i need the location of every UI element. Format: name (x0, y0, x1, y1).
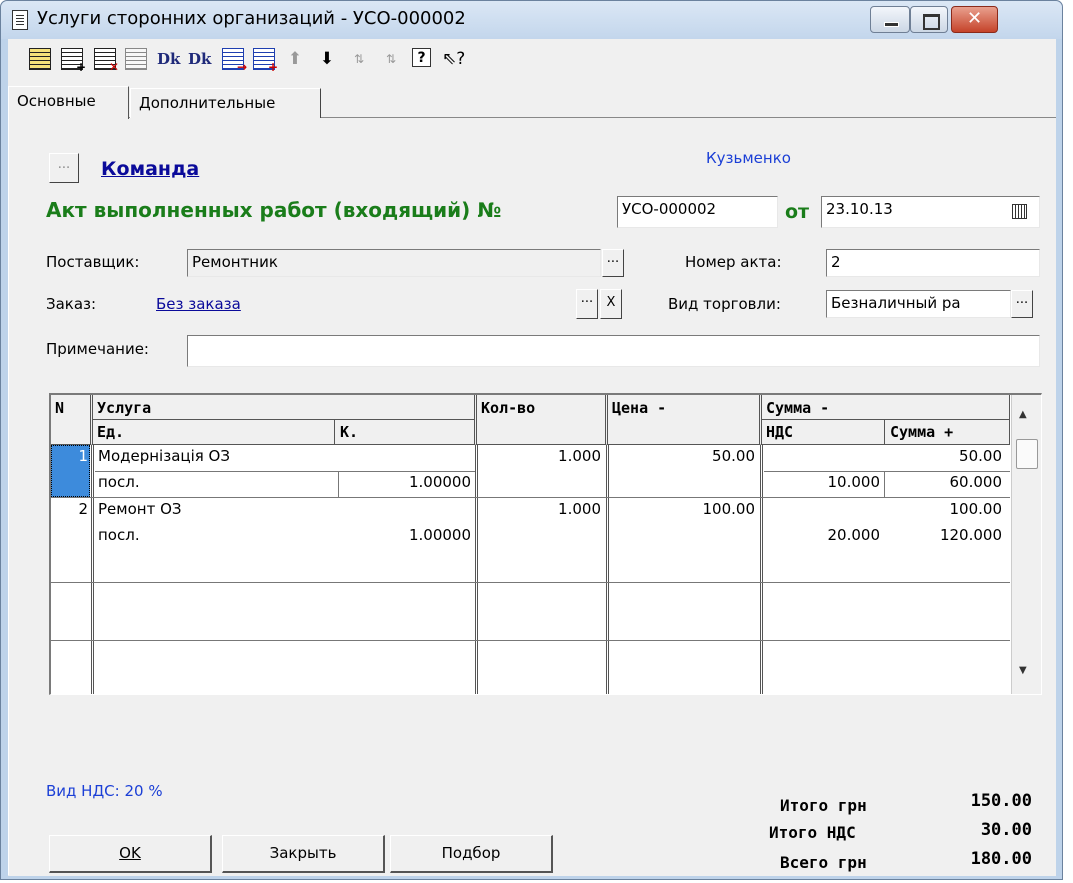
order-clear-button[interactable]: X (600, 289, 622, 319)
edit-row-icon[interactable]: → (222, 48, 247, 73)
move-to-group-icon[interactable]: + (253, 48, 278, 73)
col-header-service[interactable]: Услуга Ед. К. (93, 395, 477, 445)
col-header-vat: НДС (766, 423, 794, 441)
date-label: от (785, 201, 810, 223)
note-label: Примечание: (46, 340, 149, 358)
date-value: 23.10.13 (826, 200, 893, 218)
new-row-icon[interactable] (29, 48, 51, 70)
date-field[interactable]: 23.10.13 (821, 196, 1040, 228)
team-link[interactable]: Команда (101, 158, 199, 180)
calendar-icon[interactable] (1012, 204, 1027, 219)
delete-row-icon[interactable]: ✕ (94, 48, 119, 73)
col-header-sum[interactable]: Сумма - НДС Сумма + (762, 395, 1010, 445)
title-bar[interactable]: Услуги сторонних организаций - УСО-00000… (1, 1, 1062, 39)
trade-type-field[interactable]: Безналичный ра (826, 290, 1011, 318)
tab-additional[interactable]: Дополнительные (130, 88, 321, 118)
table-row[interactable]: 1 Модернізація ОЗ посл. 1.00000 1.000 50… (51, 445, 1010, 497)
document-icon (12, 10, 28, 30)
scroll-down-arrow-icon[interactable]: ▼ (1019, 665, 1027, 676)
total-vat-value: 30.00 (980, 820, 1032, 840)
tab-strip: Основные Дополнительные (8, 86, 1056, 119)
col-header-k: К. (340, 423, 359, 441)
supplier-field[interactable]: Ремонтник (187, 249, 601, 277)
grand-total-value: 180.00 (970, 849, 1032, 869)
pick-button[interactable]: Подбор (390, 835, 553, 873)
services-table[interactable]: N Услуга Ед. К. Кол-во Цена - Сумма - НД… (49, 393, 1042, 695)
total-vat-label: Итого НДС (769, 823, 856, 842)
note-field[interactable] (187, 335, 1040, 367)
main-panel: ... Команда Кузьменко Акт выполненных ра… (8, 118, 1048, 875)
trade-type-label: Вид торговли: (668, 295, 781, 313)
dk-doc-icon[interactable]: Dk (157, 48, 180, 70)
act-number-label: Номер акта: (685, 253, 782, 271)
window-title: Услуги сторонних организаций - УСО-00000… (37, 8, 466, 29)
scroll-thumb[interactable] (1016, 439, 1038, 469)
doc-number-field[interactable]: УСО-000002 (617, 196, 778, 228)
team-select-button[interactable]: ... (49, 153, 79, 183)
ok-button[interactable]: OK (49, 835, 212, 873)
act-number-field[interactable]: 2 (826, 249, 1040, 277)
client-area: + ✕ Dk Dk → + ⬆ ⬇ ⇅ ⇅ ? ⇖? Основные Допо… (8, 39, 1056, 876)
sort-asc-icon[interactable]: ⇅ (348, 48, 370, 70)
tab-main[interactable]: Основные (8, 86, 129, 119)
arrow-up-icon[interactable]: ⬆ (284, 48, 306, 70)
col-header-qty[interactable]: Кол-во (477, 395, 608, 445)
supplier-label: Поставщик: (46, 253, 140, 271)
order-label: Заказ: (46, 295, 97, 313)
minimize-button[interactable] (870, 6, 910, 33)
sort-desc-icon[interactable]: ⇅ (380, 48, 402, 70)
order-select-button[interactable]: ... (576, 289, 598, 319)
toolbar: + ✕ Dk Dk → + ⬆ ⬇ ⇅ ⇅ ? ⇖? (8, 39, 1056, 79)
add-row-icon[interactable]: + (61, 48, 86, 73)
dk-delete-icon[interactable]: Dk (188, 48, 211, 70)
user-name: Кузьменко (706, 149, 791, 167)
close-button[interactable]: Закрыть (222, 835, 385, 873)
trade-type-select-button[interactable]: ... (1011, 290, 1033, 318)
table-row[interactable]: 2 Ремонт ОЗ посл. 1.00000 1.000 100.00 1… (51, 498, 1010, 550)
help-icon[interactable]: ? (412, 48, 431, 67)
total-value: 150.00 (970, 791, 1032, 811)
total-label: Итого грн (780, 796, 867, 815)
vat-type-label: Вид НДС: 20 % (46, 782, 163, 800)
col-header-price[interactable]: Цена - (608, 395, 762, 445)
context-help-icon[interactable]: ⇖? (442, 48, 465, 70)
col-header-n[interactable]: N (51, 395, 93, 445)
arrow-down-icon[interactable]: ⬇ (316, 48, 338, 70)
maximize-button[interactable] (910, 6, 948, 33)
table-scrollbar[interactable]: ▲ ▼ (1011, 395, 1041, 694)
doc-title: Акт выполненных работ (входящий) № (46, 198, 502, 222)
window: Услуги сторонних организаций - УСО-00000… (0, 0, 1063, 880)
close-window-button[interactable] (951, 6, 998, 33)
order-link[interactable]: Без заказа (156, 295, 241, 313)
grand-total-label: Всего грн (780, 853, 867, 872)
col-header-sum-plus: Сумма + (890, 423, 954, 441)
col-header-unit: Ед. (97, 423, 125, 441)
copy-row-icon[interactable] (125, 48, 147, 70)
supplier-select-button[interactable]: ... (602, 249, 624, 277)
scroll-up-arrow-icon[interactable]: ▲ (1019, 409, 1027, 420)
